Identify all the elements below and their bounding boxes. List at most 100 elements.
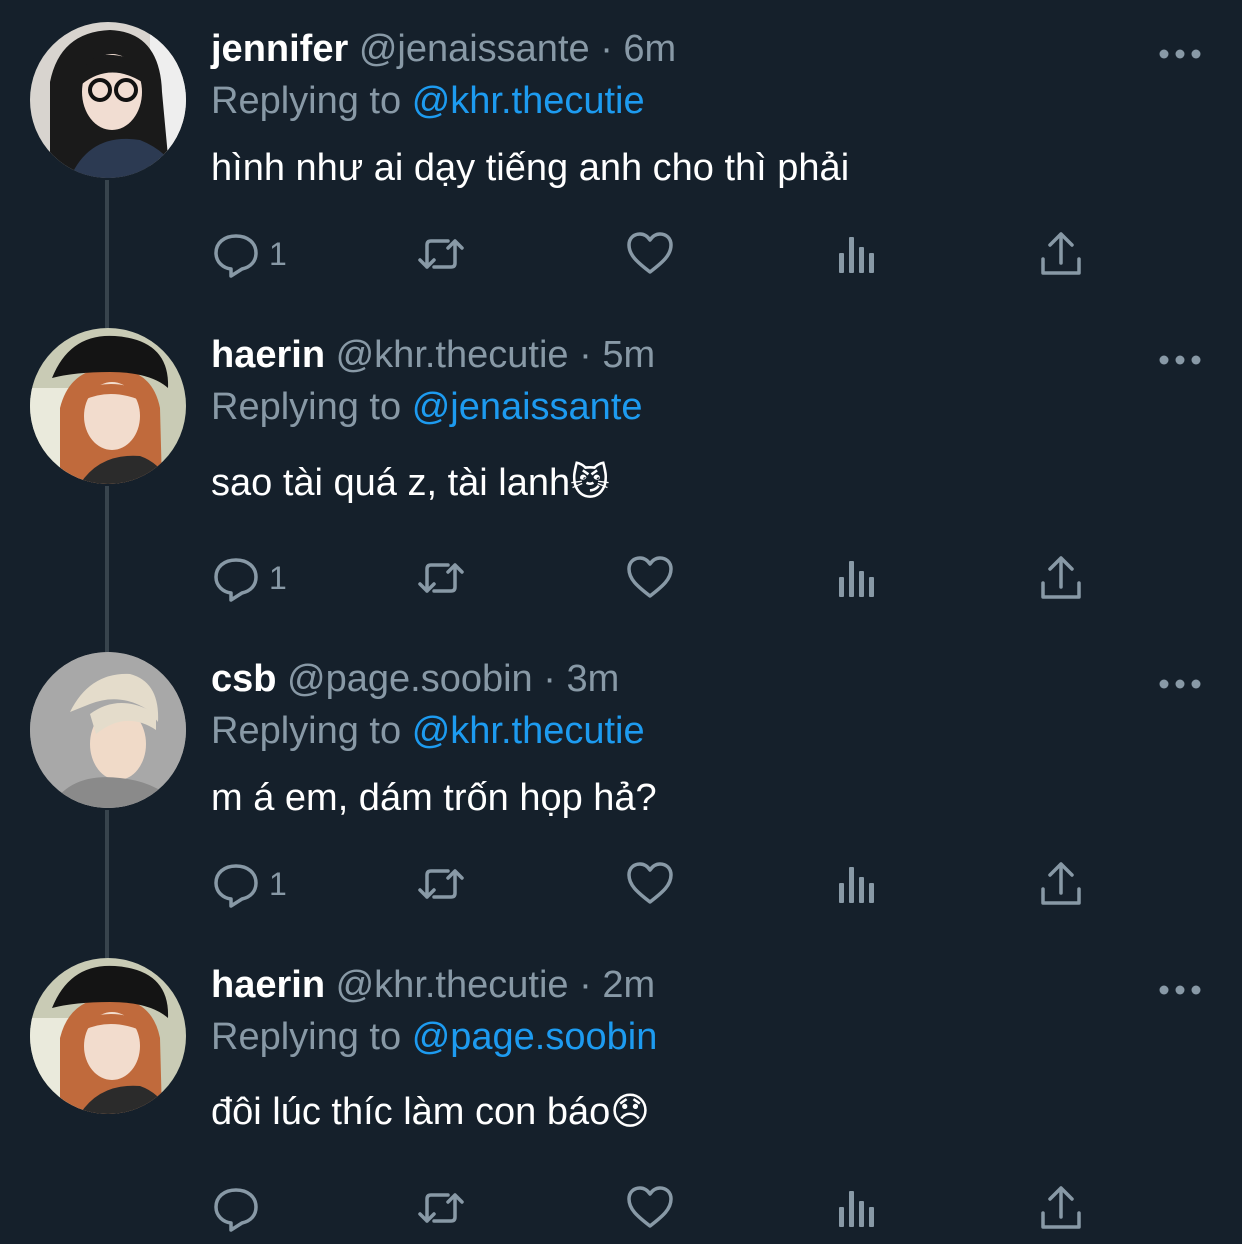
separator-dot: · [579,964,592,1006]
heart-icon [627,556,673,598]
more-icon [1159,985,1201,995]
tweet-header: jennifer @jenaissante · 6m [211,27,676,71]
share-icon [1041,1186,1081,1229]
reply-count: 1 [269,559,287,596]
retweet-icon [418,239,464,269]
like-button[interactable] [625,1178,675,1238]
mention-link[interactable]: @khr.thecutie [412,710,645,752]
analytics-button[interactable] [831,548,881,608]
mention-link[interactable]: @khr.thecutie [412,80,645,122]
tweet[interactable]: jennifer @jenaissante · 6m Replying to @… [0,22,1242,312]
reply-button[interactable]: 1 [211,548,287,608]
share-icon [1041,556,1081,599]
mention-link[interactable]: @jenaissante [412,386,643,428]
heart-icon [627,1186,673,1228]
avatar-image [30,22,186,178]
replying-label: Replying to [211,710,402,752]
tweet-text: hình như ai dạy tiếng anh cho thì phải [211,147,850,189]
tweet-header: haerin @khr.thecutie · 2m [211,963,655,1007]
separator-dot: · [600,28,613,70]
handle[interactable]: @jenaissante [359,28,590,70]
avatar[interactable] [30,328,186,484]
more-button[interactable] [1158,980,1202,1000]
share-icon [1041,862,1081,905]
replying-to: Replying to @page.soobin [211,1015,657,1059]
mention-link[interactable]: @page.soobin [412,1016,658,1058]
handle[interactable]: @khr.thecutie [336,334,569,376]
reply-icon [214,558,258,602]
separator-dot: · [543,658,556,700]
avatar[interactable] [30,22,186,178]
reply-button[interactable]: 1 [211,854,287,914]
tweet-text: sao tài quá z, tài lanh😼 [211,462,610,504]
handle[interactable]: @khr.thecutie [336,964,569,1006]
timestamp[interactable]: 2m [602,964,655,1006]
analytics-icon [839,237,874,273]
heart-icon [627,862,673,904]
retweet-button[interactable] [416,854,466,914]
reply-button[interactable] [211,1178,269,1238]
analytics-button[interactable] [831,224,881,284]
tweet-actions: 1 [211,854,1091,914]
retweet-button[interactable] [416,1178,466,1238]
retweet-button[interactable] [416,548,466,608]
replying-label: Replying to [211,1016,402,1058]
reply-icon [214,234,258,278]
reply-button[interactable]: 1 [211,224,287,284]
share-icon [1041,232,1081,275]
timestamp[interactable]: 6m [623,28,676,70]
tweet[interactable]: haerin @khr.thecutie · 2m Replying to @p… [0,958,1242,1244]
retweet-icon [418,1193,464,1223]
retweet-icon [418,563,464,593]
tweet-actions: 1 [211,548,1091,608]
analytics-button[interactable] [831,854,881,914]
display-name[interactable]: csb [211,658,276,700]
like-button[interactable] [625,224,675,284]
reply-count: 1 [269,865,287,902]
reply-icon [214,1188,258,1232]
display-name[interactable]: haerin [211,334,325,376]
avatar[interactable] [30,958,186,1114]
more-icon [1159,355,1201,365]
more-button[interactable] [1158,350,1202,370]
display-name[interactable]: haerin [211,964,325,1006]
analytics-icon [839,561,874,597]
replying-label: Replying to [211,80,402,122]
share-button[interactable] [1036,854,1086,914]
avatar-image [30,328,186,484]
more-button[interactable] [1158,674,1202,694]
avatar-image [30,652,186,808]
more-icon [1159,679,1201,689]
share-button[interactable] [1036,224,1086,284]
retweet-icon [418,869,464,899]
like-button[interactable] [625,854,675,914]
timestamp[interactable]: 3m [566,658,619,700]
replying-to: Replying to @khr.thecutie [211,709,645,753]
tweet-text: m á em, dám trốn họp hả? [211,777,657,819]
tweet-header: haerin @khr.thecutie · 5m [211,333,655,377]
reply-icon [214,864,258,908]
tweet-actions: 1 [211,224,1091,284]
tweet-header: csb @page.soobin · 3m [211,657,619,701]
tweet[interactable]: haerin @khr.thecutie · 5m Replying to @j… [0,328,1242,628]
more-button[interactable] [1158,44,1202,64]
reply-count: 1 [269,235,287,272]
analytics-button[interactable] [831,1178,881,1238]
heart-icon [627,232,673,274]
avatar[interactable] [30,652,186,808]
tweet-actions [211,1178,1091,1238]
retweet-button[interactable] [416,224,466,284]
display-name[interactable]: jennifer [211,28,348,70]
like-button[interactable] [625,548,675,608]
share-button[interactable] [1036,548,1086,608]
replying-to: Replying to @jenaissante [211,385,643,429]
more-icon [1159,49,1201,59]
timestamp[interactable]: 5m [602,334,655,376]
analytics-icon [839,867,874,903]
separator-dot: · [579,334,592,376]
share-button[interactable] [1036,1178,1086,1238]
tweet-text: đôi lúc thíc làm con báo😞 [211,1091,650,1133]
handle[interactable]: @page.soobin [287,658,533,700]
analytics-icon [839,1191,874,1227]
tweet[interactable]: csb @page.soobin · 3m Replying to @khr.t… [0,652,1242,942]
